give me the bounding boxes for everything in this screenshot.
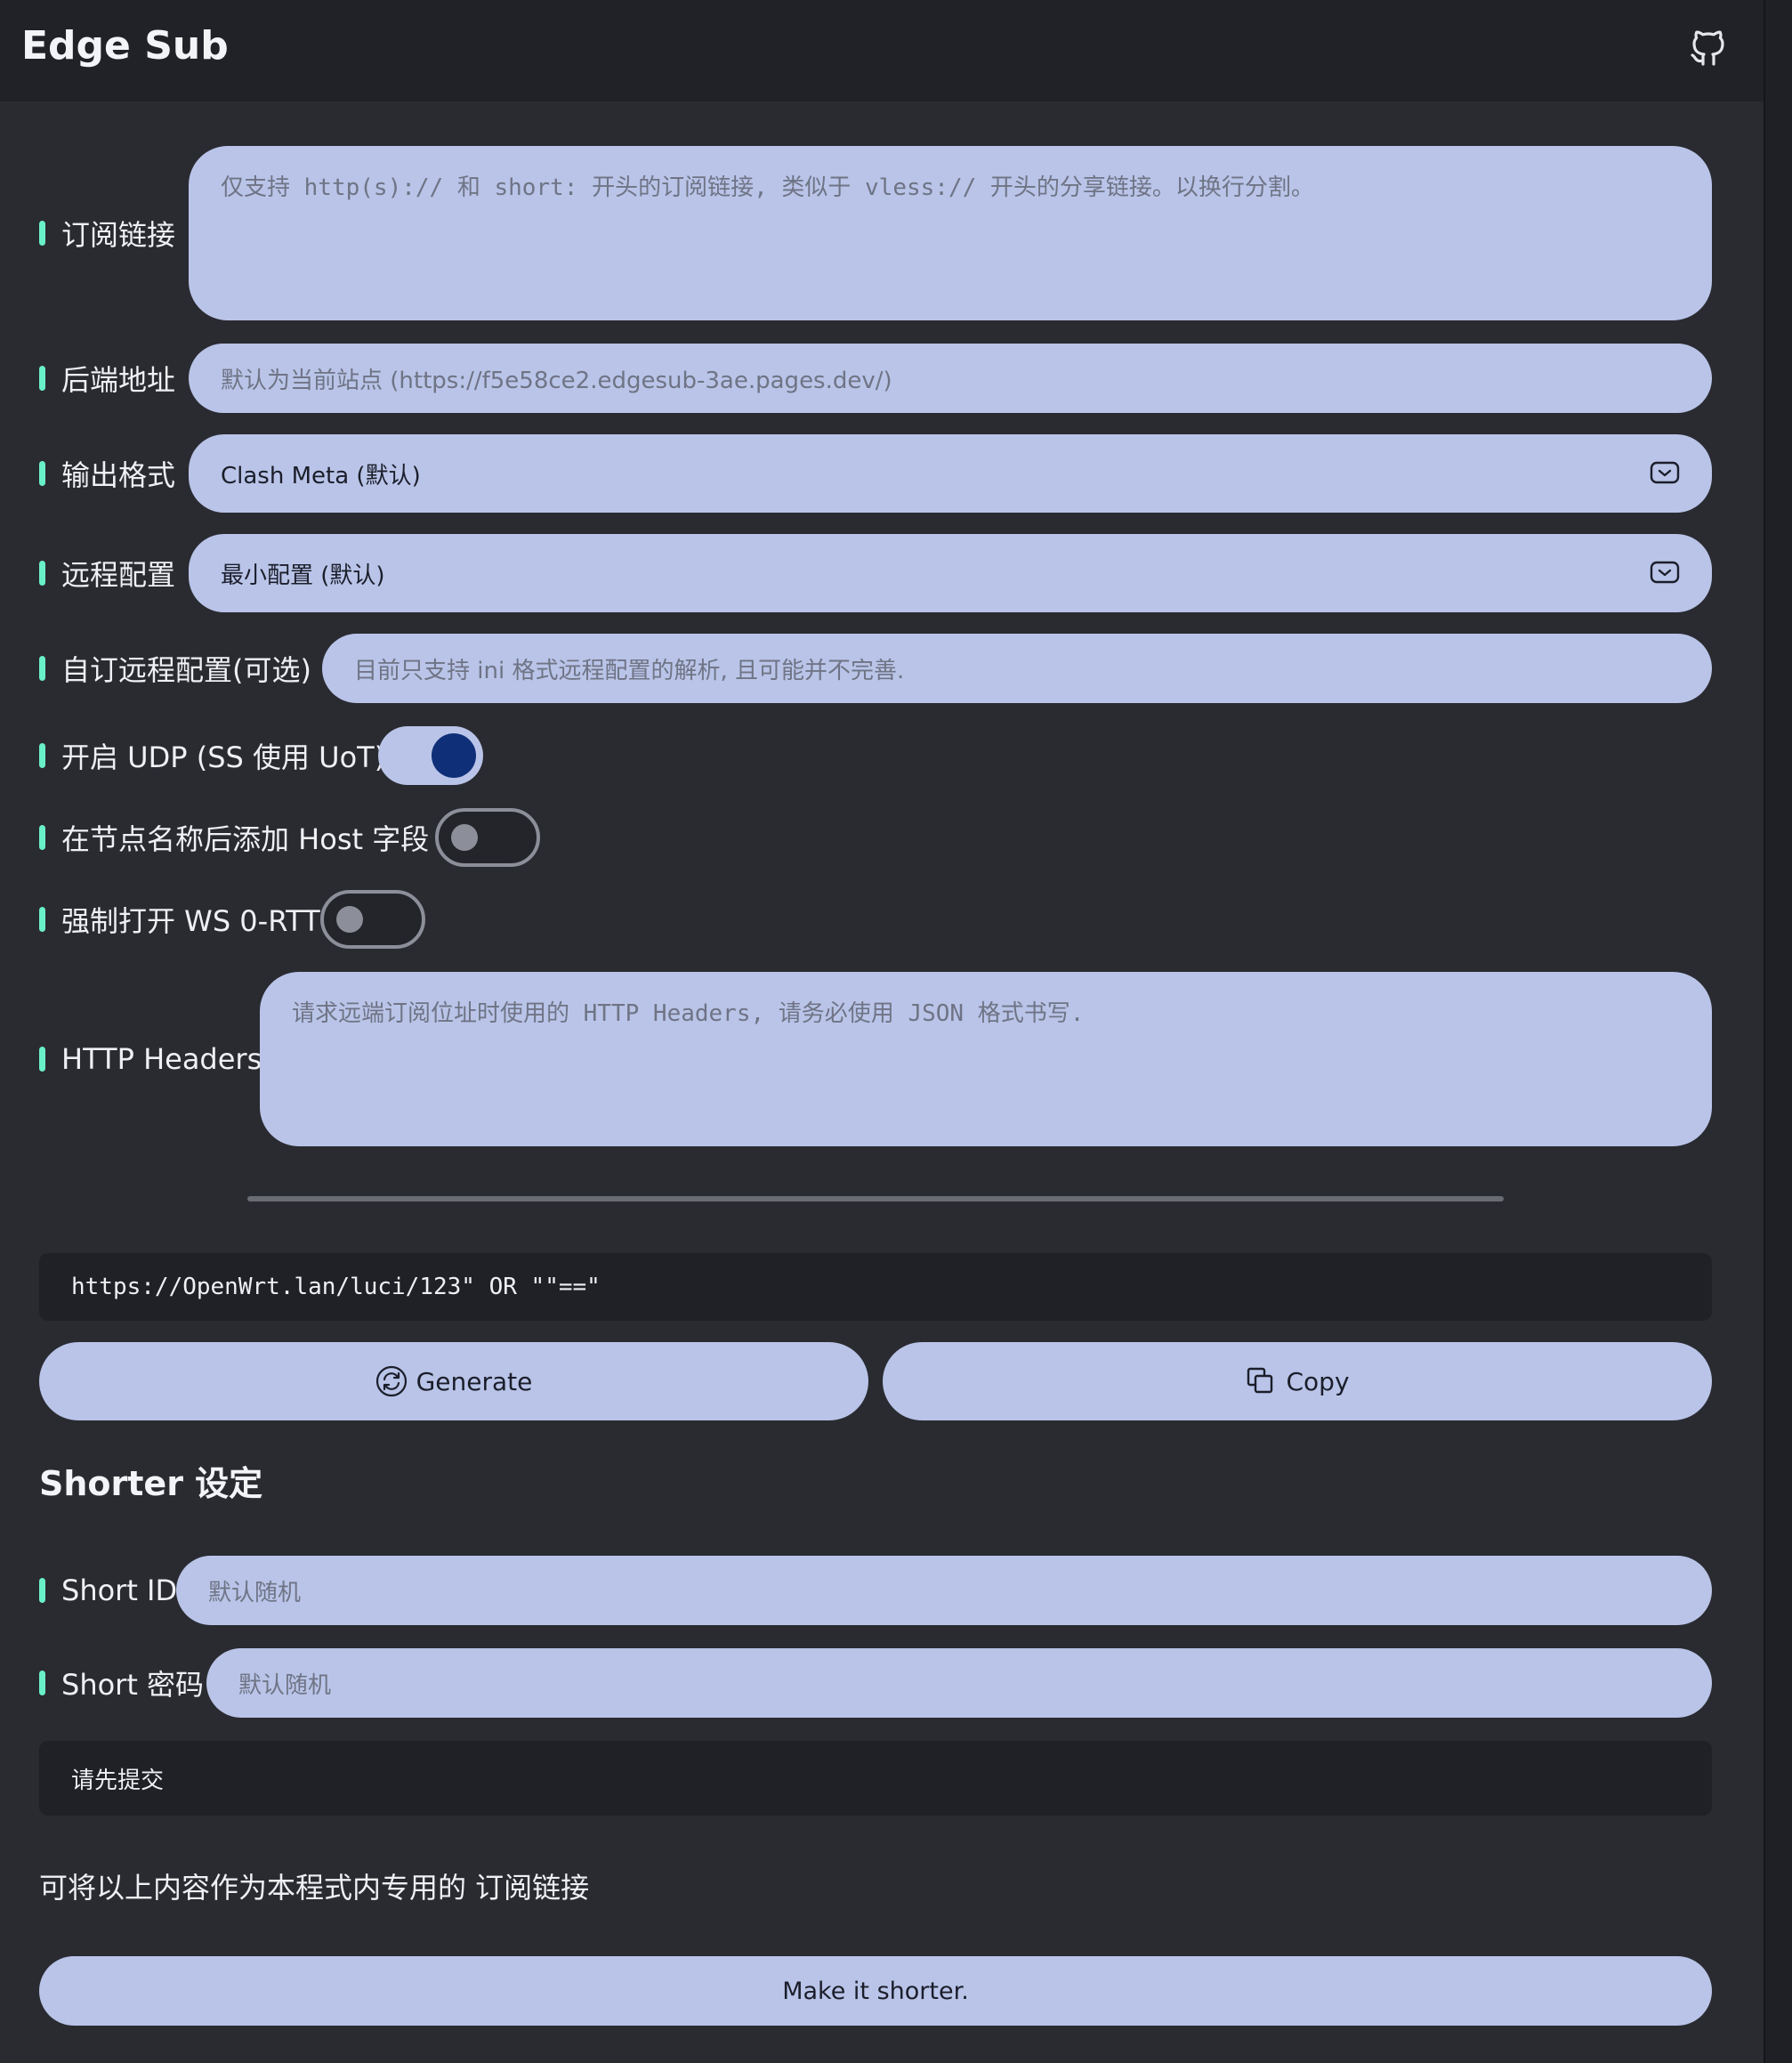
make-shorter-label: Make it shorter. bbox=[782, 1977, 969, 2005]
copy-label: Copy bbox=[1286, 1366, 1350, 1396]
udp-row: 开启 UDP (SS 使用 UoT) bbox=[39, 726, 385, 785]
short-password-row: Short 密码 bbox=[39, 1648, 204, 1718]
backend-input[interactable]: 默认为当前站点 (https://f5e58ce2.edgesub-3ae.pa… bbox=[189, 344, 1712, 413]
backend-placeholder: 默认为当前站点 (https://f5e58ce2.edgesub-3ae.pa… bbox=[221, 367, 892, 394]
remote-config-label: 远程配置 bbox=[39, 534, 175, 612]
output-format-value: Clash Meta (默认) bbox=[221, 462, 421, 489]
http-headers-placeholder: 请求远端订阅位址时使用的 HTTP Headers, 请务必使用 JSON 格式… bbox=[292, 1000, 1085, 1027]
subscription-placeholder: 仅支持 http(s):// 和 short: 开头的订阅链接, 类似于 vle… bbox=[221, 174, 1314, 201]
host-field-row: 在节点名称后添加 Host 字段 bbox=[39, 808, 429, 867]
backend-row: 后端地址 bbox=[39, 344, 175, 413]
shorter-status: 请先提交 bbox=[71, 1767, 165, 1794]
label-accent-bar bbox=[39, 561, 45, 586]
label-accent-bar bbox=[39, 907, 45, 932]
custom-remote-placeholder: 目前只支持 ini 格式远程配置的解析, 且可能并不完善. bbox=[354, 657, 905, 684]
udp-label: 开启 UDP (SS 使用 UoT) bbox=[39, 726, 385, 785]
short-id-label: Short ID bbox=[39, 1556, 177, 1625]
remote-config-select[interactable]: 最小配置 (默认) bbox=[189, 534, 1712, 612]
app-title: Edge Sub bbox=[21, 23, 229, 69]
short-password-label: Short 密码 bbox=[39, 1648, 204, 1718]
short-id-input[interactable]: 默认随机 bbox=[176, 1556, 1712, 1625]
copy-button[interactable]: Copy bbox=[883, 1342, 1712, 1420]
short-id-row: Short ID bbox=[39, 1556, 177, 1625]
shorter-section-title: Shorter 设定 bbox=[39, 1464, 263, 1503]
label-accent-bar bbox=[39, 366, 45, 391]
short-password-placeholder: 默认随机 bbox=[238, 1671, 332, 1699]
custom-remote-row: 自订远程配置(可选) bbox=[39, 634, 311, 703]
output-format-row: 输出格式 bbox=[39, 434, 175, 513]
toggle-knob bbox=[451, 824, 478, 851]
shorter-hint: 可将以上内容作为本程式内专用的 订阅链接 bbox=[39, 1871, 590, 1905]
label-accent-bar bbox=[39, 1671, 45, 1695]
label-accent-bar bbox=[39, 461, 45, 486]
label-accent-bar bbox=[39, 1578, 45, 1603]
chevron-down-icon bbox=[1650, 461, 1680, 484]
output-url-box[interactable]: https://OpenWrt.lan/luci/123" OR ""==" bbox=[39, 1253, 1712, 1321]
ws-0rtt-toggle[interactable] bbox=[320, 890, 425, 949]
short-id-placeholder: 默认随机 bbox=[208, 1579, 302, 1606]
generate-label: Generate bbox=[416, 1366, 533, 1396]
custom-remote-input[interactable]: 目前只支持 ini 格式远程配置的解析, 且可能并不完善. bbox=[322, 634, 1712, 703]
label-accent-bar bbox=[39, 825, 45, 850]
label-accent-bar bbox=[39, 656, 45, 681]
chevron-down-icon bbox=[1650, 561, 1680, 584]
remote-config-value: 最小配置 (默认) bbox=[221, 562, 385, 589]
remote-config-row: 远程配置 bbox=[39, 534, 175, 612]
shorter-status-box: 请先提交 bbox=[39, 1741, 1712, 1816]
subscription-textarea[interactable]: 仅支持 http(s):// 和 short: 开头的订阅链接, 类似于 vle… bbox=[189, 146, 1712, 320]
label-accent-bar bbox=[39, 1047, 45, 1072]
app-container: Edge Sub 订阅链接 仅支持 http(s):// 和 short: 开头… bbox=[0, 0, 1765, 2063]
label-accent-bar bbox=[39, 743, 45, 768]
output-format-label: 输出格式 bbox=[39, 434, 175, 513]
output-format-select[interactable]: Clash Meta (默认) bbox=[189, 434, 1712, 513]
http-headers-textarea[interactable]: 请求远端订阅位址时使用的 HTTP Headers, 请务必使用 JSON 格式… bbox=[260, 972, 1712, 1146]
udp-toggle[interactable] bbox=[378, 726, 483, 785]
github-icon[interactable] bbox=[1687, 27, 1730, 69]
ws-0rtt-row: 强制打开 WS 0-RTT bbox=[39, 890, 320, 949]
copy-icon bbox=[1247, 1367, 1273, 1394]
ws-0rtt-label: 强制打开 WS 0-RTT bbox=[39, 890, 320, 949]
generate-button[interactable]: Generate bbox=[39, 1342, 868, 1420]
host-field-toggle[interactable] bbox=[435, 808, 540, 867]
make-shorter-button[interactable]: Make it shorter. bbox=[39, 1956, 1712, 2026]
label-accent-bar bbox=[39, 221, 45, 246]
http-headers-label: HTTP Headers bbox=[39, 972, 262, 1146]
backend-label: 后端地址 bbox=[39, 344, 175, 413]
output-url: https://OpenWrt.lan/luci/123" OR ""==" bbox=[71, 1274, 601, 1300]
short-password-input[interactable]: 默认随机 bbox=[206, 1648, 1712, 1718]
toggle-knob bbox=[336, 906, 363, 933]
http-headers-row: HTTP Headers bbox=[39, 972, 262, 1146]
custom-remote-label: 自订远程配置(可选) bbox=[39, 634, 311, 703]
subscription-label: 订阅链接 bbox=[39, 146, 175, 320]
refresh-icon bbox=[375, 1365, 407, 1397]
toggle-knob bbox=[432, 733, 476, 778]
subscription-row: 订阅链接 bbox=[39, 146, 175, 320]
divider bbox=[247, 1196, 1504, 1201]
app-header: Edge Sub bbox=[0, 0, 1764, 101]
host-field-label: 在节点名称后添加 Host 字段 bbox=[39, 808, 429, 867]
